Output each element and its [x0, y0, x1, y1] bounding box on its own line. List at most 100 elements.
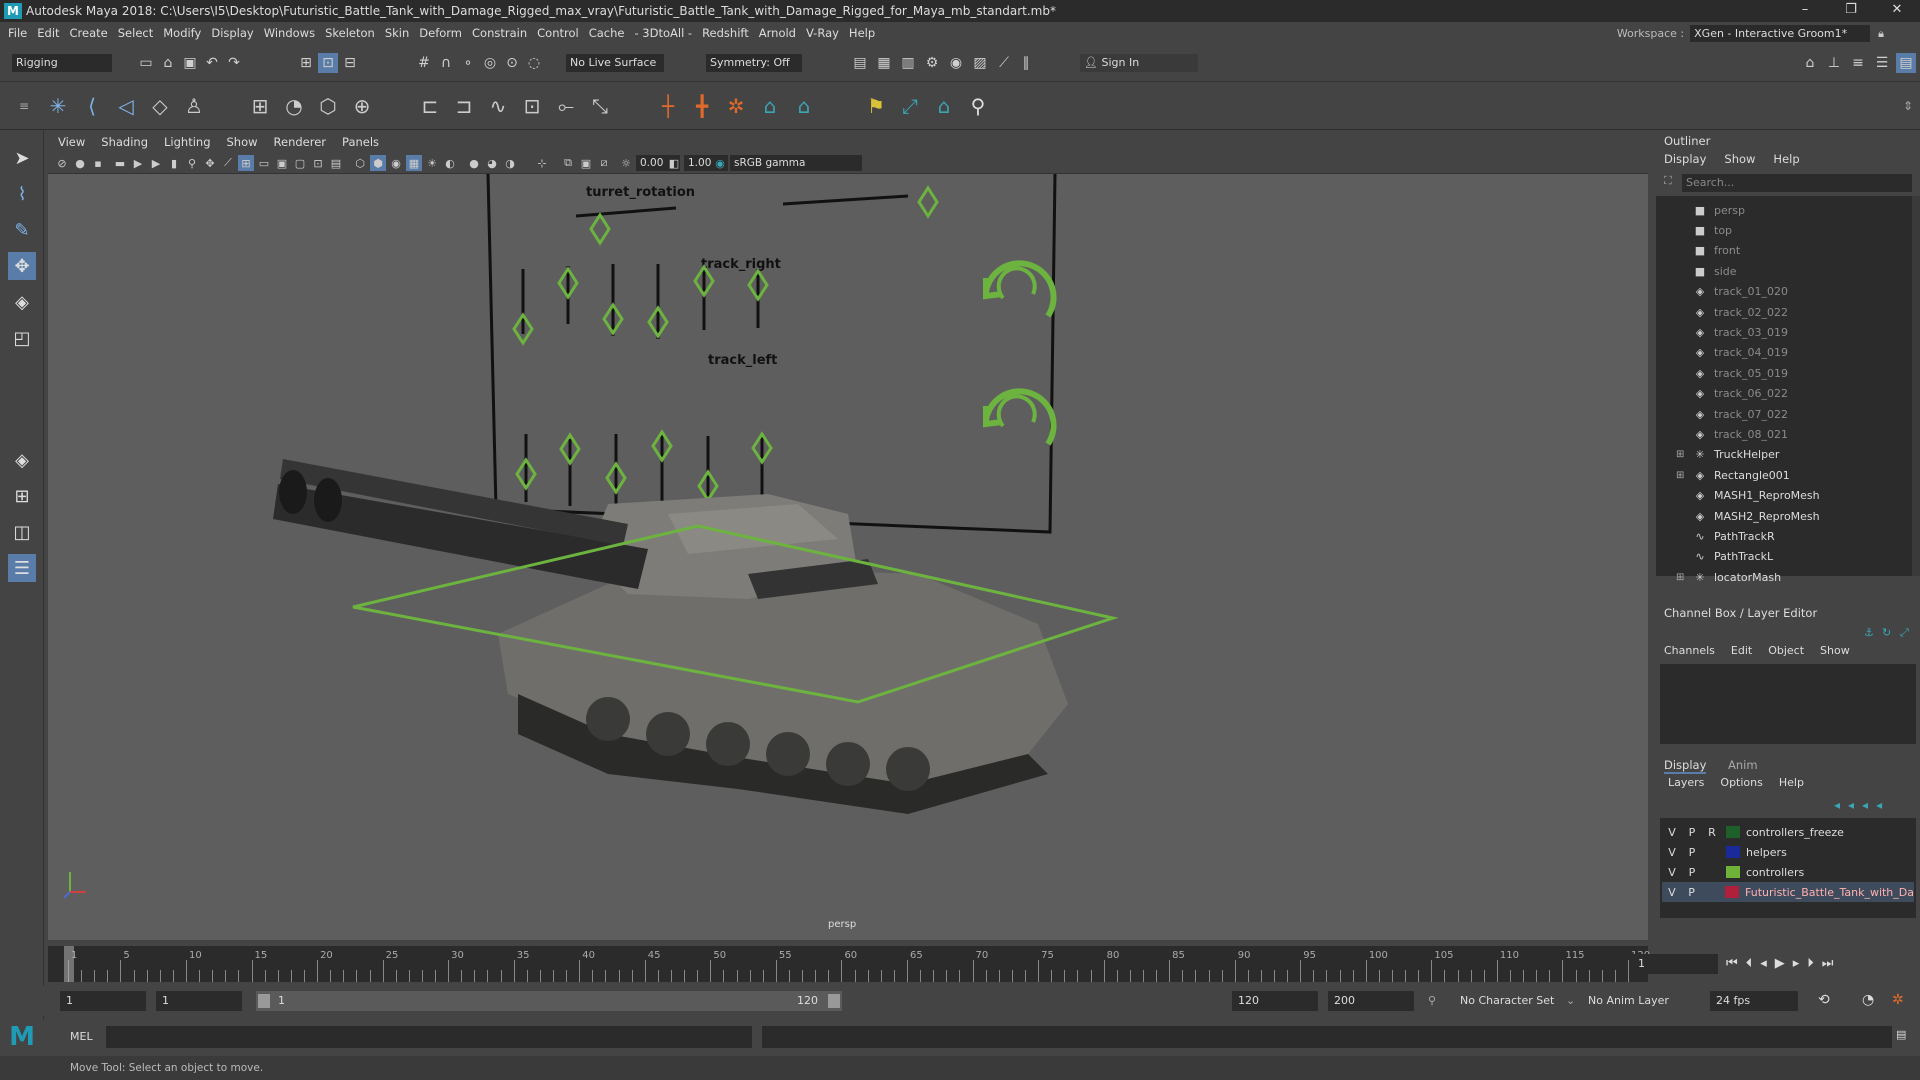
- pin-icon[interactable]: ⚲: [964, 92, 992, 120]
- snap-live-icon[interactable]: ◌: [524, 53, 544, 73]
- menu-windows[interactable]: Windows: [264, 26, 315, 40]
- layers-menu[interactable]: Layers: [1668, 776, 1704, 789]
- hypershade-icon[interactable]: ◉: [946, 53, 966, 73]
- hik-icon[interactable]: ⚑: [862, 92, 890, 120]
- rotate-tool-icon[interactable]: ◈: [8, 288, 36, 316]
- layer-playback-toggle[interactable]: P: [1682, 846, 1702, 859]
- wireframe-icon[interactable]: ⬡: [352, 155, 368, 171]
- screen-space-ao-icon[interactable]: ●: [466, 155, 482, 171]
- expand-icon[interactable]: ⊞: [1676, 572, 1684, 583]
- channel-list[interactable]: [1660, 664, 1916, 744]
- menu-create[interactable]: Create: [70, 26, 108, 40]
- render-sequence-icon[interactable]: ▦: [874, 53, 894, 73]
- smooth-shade-icon[interactable]: ⬢: [370, 155, 386, 171]
- undo-icon[interactable]: ↶: [202, 53, 222, 73]
- panel-menu-show[interactable]: Show: [227, 135, 258, 149]
- outliner-menu-show[interactable]: Show: [1724, 152, 1755, 166]
- layer-visibility-toggle[interactable]: V: [1662, 886, 1682, 899]
- menu-arnold[interactable]: Arnold: [759, 26, 796, 40]
- outliner-item[interactable]: ⊞ ✳ TruckHelper: [1656, 445, 1912, 465]
- select-component-icon[interactable]: ⊟: [340, 53, 360, 73]
- display-tab[interactable]: Display: [1664, 758, 1707, 774]
- symmetry-dropdown[interactable]: Symmetry: Off: [706, 54, 802, 72]
- anim-layer-dropdown[interactable]: No Anim Layer: [1588, 994, 1669, 1007]
- channel-box-toggle-icon[interactable]: ☰: [1872, 53, 1892, 73]
- rig-export-icon[interactable]: ⌂: [930, 92, 958, 120]
- select-tool-icon[interactable]: ➤: [8, 144, 36, 172]
- redo-icon[interactable]: ↷: [224, 53, 244, 73]
- motion-blur-icon[interactable]: ◕: [484, 155, 500, 171]
- gate-mask-icon[interactable]: ▢: [292, 155, 308, 171]
- parent-constraint-icon[interactable]: ┼: [654, 92, 682, 120]
- layer-color-swatch[interactable]: [1726, 866, 1740, 878]
- menu-select[interactable]: Select: [118, 26, 153, 40]
- minimize-button[interactable]: –: [1782, 0, 1828, 22]
- safe-action-icon[interactable]: ▤: [328, 155, 344, 171]
- outliner-item[interactable]: ⊞ ◈ Rectangle001: [1656, 465, 1912, 485]
- layer-visibility-toggle[interactable]: V: [1662, 866, 1682, 879]
- outliner-item[interactable]: ◈ track_02_022: [1656, 302, 1912, 322]
- panel-menu-panels[interactable]: Panels: [342, 135, 379, 149]
- options-menu[interactable]: Options: [1720, 776, 1762, 789]
- snap-view-icon[interactable]: ◎: [480, 53, 500, 73]
- ipr-render-icon[interactable]: ▥: [898, 53, 918, 73]
- select-object-icon[interactable]: ⊡: [318, 53, 338, 73]
- outliner-list[interactable]: ■ persp ■ top ■ front ■ side ◈ track_01_020 ◈ track…: [1656, 196, 1912, 584]
- outliner-item[interactable]: ◈ track_04_019: [1656, 343, 1912, 363]
- lock-icon[interactable]: 🔒︎: [1878, 27, 1884, 41]
- menu-help[interactable]: Help: [849, 26, 875, 40]
- shelf-scroll-icon[interactable]: ⇕: [1894, 92, 1920, 120]
- show-menu[interactable]: Show: [1820, 644, 1850, 657]
- sign-in-button[interactable]: 👤︎ Sign In: [1080, 54, 1198, 72]
- outliner-item[interactable]: ◈ track_05_019: [1656, 363, 1912, 383]
- script-editor-icon[interactable]: ▤: [1896, 1028, 1906, 1041]
- sculpt-deformer-icon[interactable]: ⊡: [518, 92, 546, 120]
- mel-language-label[interactable]: MEL: [70, 1030, 93, 1043]
- outliner-item[interactable]: ∿ PathTrackR: [1656, 526, 1912, 546]
- layer-color-swatch[interactable]: [1725, 886, 1740, 898]
- channels-menu[interactable]: Channels: [1664, 644, 1715, 657]
- layer-row[interactable]: V P Futuristic_Battle_Tank_with_Da: [1662, 882, 1914, 902]
- anim-prefs-icon[interactable]: ✲: [1892, 992, 1904, 1008]
- select-camera-icon[interactable]: ⊘: [54, 155, 70, 171]
- time-slider[interactable]: 1 5 10 15 20 25 30 35 40 45 50 55 60 65 70 75 80 85 90 95 10…: [48, 946, 1650, 982]
- open-scene-icon[interactable]: ⌂: [158, 53, 178, 73]
- transfer-icon[interactable]: ⤢: [896, 92, 924, 120]
- render-view-icon[interactable]: ▨: [970, 53, 990, 73]
- outliner-item[interactable]: ■ front: [1656, 241, 1912, 261]
- expand-icon[interactable]: ⊞: [1676, 470, 1684, 481]
- outliner-menu-help[interactable]: Help: [1773, 152, 1799, 166]
- current-frame-field[interactable]: 1: [1632, 954, 1718, 974]
- outliner-item[interactable]: ⊞ ✳ locatorMash: [1656, 567, 1912, 587]
- save-scene-icon[interactable]: ▣: [180, 53, 200, 73]
- maximize-button[interactable]: ❐: [1828, 0, 1874, 22]
- menu-deform[interactable]: Deform: [419, 26, 462, 40]
- rotate-controller-top[interactable]: [983, 260, 1057, 318]
- xray-active-icon[interactable]: ⟋: [220, 155, 236, 171]
- menu-constrain[interactable]: Constrain: [472, 26, 527, 40]
- anim-tab[interactable]: Anim: [1728, 758, 1758, 772]
- playback-controls[interactable]: ⏮⏴◂▶▸⏵⏭: [1726, 956, 1841, 971]
- bookmark-icon[interactable]: ▪: [90, 155, 106, 171]
- layer-playback-toggle[interactable]: P: [1682, 826, 1702, 839]
- playhead[interactable]: [64, 946, 74, 982]
- outliner-item[interactable]: ∿ PathTrackL: [1656, 547, 1912, 567]
- object-menu[interactable]: Object: [1768, 644, 1804, 657]
- menu-file[interactable]: File: [8, 26, 27, 40]
- character-set-dropdown[interactable]: No Character Set: [1460, 994, 1554, 1007]
- modeling-toolkit-icon[interactable]: ⌂: [1800, 53, 1820, 73]
- expand-icon[interactable]: ⊞: [1676, 449, 1684, 460]
- live-surface-field[interactable]: No Live Surface: [566, 54, 664, 72]
- channel-box-refresh-icon[interactable]: ↻: [1882, 626, 1891, 639]
- outliner-search-input[interactable]: Search...: [1682, 174, 1912, 192]
- xray-icon[interactable]: ▣: [578, 155, 594, 171]
- end-time-field[interactable]: 200: [1328, 991, 1414, 1011]
- snap-point-icon[interactable]: ∘: [458, 53, 478, 73]
- menu-cache[interactable]: Cache: [589, 26, 625, 40]
- menu-set-dropdown[interactable]: Rigging: [12, 54, 112, 72]
- exposure-icon[interactable]: ☼: [618, 155, 634, 171]
- color-management-icon[interactable]: ◉: [712, 155, 728, 171]
- range-slider[interactable]: 1 120: [256, 991, 842, 1011]
- paint-select-icon[interactable]: ✎: [8, 216, 36, 244]
- command-input[interactable]: [106, 1026, 752, 1048]
